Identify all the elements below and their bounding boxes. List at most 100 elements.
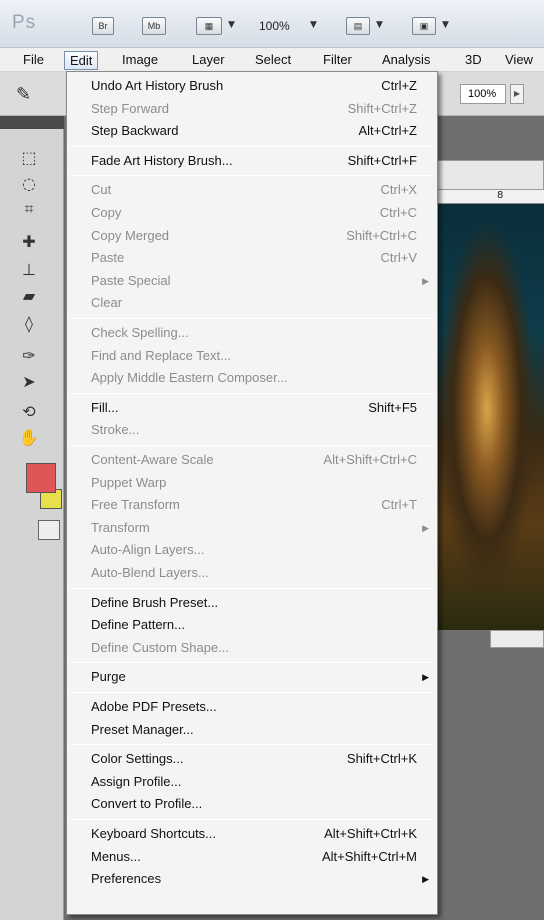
chevron-right-icon[interactable]: ▶ [510,84,524,104]
chevron-down-icon[interactable]: ▼ [228,20,235,30]
foreground-color-swatch[interactable] [26,463,56,493]
menu-item-label: Fade Art History Brush... [91,152,233,168]
menu-item-label: Auto-Blend Layers... [91,565,209,580]
menu-item-paste-special[interactable]: Paste Special ▶ [67,270,437,292]
chevron-down-icon[interactable]: ▼ [310,20,317,30]
menu-item-label: Step Backward [91,123,179,139]
menu-separator [71,392,433,394]
menu-item-check-spelling[interactable]: Check Spelling... [67,322,437,344]
clone-stamp-icon[interactable]: ⊥ [18,258,40,280]
menu-item-copy[interactable]: Copy Ctrl+C [67,202,437,224]
application-bar: Ps Br Mb ▦ ▼ 100% ▼ ▤ ▼ ▣ ▼ [0,0,544,48]
launch-bridge-button[interactable]: Br [92,17,114,35]
path-selection-icon[interactable]: ➤ [18,370,40,392]
menu-separator [71,175,433,177]
menu-item-label: Apply Middle Eastern Composer... [91,370,288,386]
menu-item-fill[interactable]: Fill... Shift+F5 [67,397,437,419]
launch-minibridge-button[interactable]: Mb [142,17,166,35]
screen-mode-icon[interactable]: ▣ [412,17,436,35]
view-extras-icon[interactable]: ▦ [196,17,222,35]
menu-item-label: Auto-Align Layers... [91,542,205,558]
menu-item-shortcut: Alt+Shift+Ctrl+M [321,848,417,864]
menu-item-cut[interactable]: Cut Ctrl+X [67,179,437,201]
3d-rotate-icon[interactable]: ⟲ [18,400,40,422]
quick-mask-icon[interactable] [38,520,60,540]
menu-view[interactable]: View [500,51,538,70]
menu-item-find-and-replace-text[interactable]: Find and Replace Text... [67,345,437,367]
opacity-field[interactable]: 100% [460,84,506,104]
menu-item-label: Undo Art History Brush [91,78,224,93]
crop-tool-icon[interactable]: ⌗ [18,198,40,220]
menu-item-menus[interactable]: Menus... Alt+Shift+Ctrl+M [67,846,437,868]
eraser-tool-icon[interactable]: ▰ [18,284,40,306]
menu-item-label: Color Settings... [91,751,184,767]
menu-layer[interactable]: Layer [187,51,230,70]
menu-item-shortcut: Ctrl+Z [381,78,417,93]
menu-item-shortcut: Ctrl+T [381,497,417,513]
menu-item-label: Content-Aware Scale [91,452,214,467]
menu-item-label: Find and Replace Text... [91,347,231,363]
menu-item-puppet-warp[interactable]: Puppet Warp [67,472,437,494]
menu-item-undo-art-history-brush[interactable]: Undo Art History Brush Ctrl+Z [67,75,437,97]
chevron-down-icon[interactable]: ▼ [376,20,383,30]
menu-item-define-custom-shape[interactable]: Define Custom Shape... [67,637,437,659]
marquee-tool-icon[interactable]: ⬚ [18,146,40,168]
menu-3d[interactable]: 3D [460,51,487,70]
menu-item-fade-art-history-brush[interactable]: Fade Art History Brush... Shift+Ctrl+F [67,150,437,172]
menu-filter[interactable]: Filter [318,51,357,70]
menu-item-label: Define Pattern... [91,617,185,633]
menu-item-assign-profile[interactable]: Assign Profile... [67,771,437,793]
menu-separator [71,445,433,446]
menu-item-label: Transform [91,519,150,535]
menu-item-apply-middle-eastern-composer[interactable]: Apply Middle Eastern Composer... [67,367,437,389]
menu-item-define-brush-preset[interactable]: Define Brush Preset... [67,592,437,614]
menu-item-label: Preferences [91,871,162,887]
menu-item-copy-merged[interactable]: Copy Merged Shift+Ctrl+C [67,225,437,247]
menu-item-convert-to-profile[interactable]: Convert to Profile... [67,793,437,815]
menu-item-preset-manager[interactable]: Preset Manager... [67,719,437,741]
menu-item-step-backward[interactable]: Step Backward Alt+Ctrl+Z [67,120,437,142]
menu-item-auto-blend-layers[interactable]: Auto-Blend Layers... [67,562,437,584]
menu-item-content-aware-scale[interactable]: Content-Aware Scale Alt+Shift+Ctrl+C [67,449,437,471]
menu-item-shortcut: Shift+F5 [368,399,417,415]
menu-item-shortcut: Ctrl+C [379,205,417,220]
menu-separator [71,692,433,693]
document-tab[interactable] [430,160,544,190]
horizontal-scrollbar[interactable] [490,630,544,648]
menu-item-purge[interactable]: Purge ▶ [67,666,437,688]
menu-item-step-forward[interactable]: Step Forward Shift+Ctrl+Z [67,98,437,120]
art-history-brush-icon[interactable]: ✎ [16,84,31,105]
menu-item-shortcut: Alt+Shift+Ctrl+C [323,452,417,467]
menu-item-preferences[interactable]: Preferences ▶ [67,868,437,890]
blur-tool-icon[interactable]: ◊ [18,312,40,334]
arrange-documents-icon[interactable]: ▤ [346,17,370,35]
pen-tool-icon[interactable]: ✑ [18,344,40,366]
menu-select[interactable]: Select [250,51,296,70]
menu-item-adobe-pdf-presets[interactable]: Adobe PDF Presets... [67,696,437,718]
menu-item-free-transform[interactable]: Free Transform Ctrl+T [67,494,437,516]
menu-item-transform[interactable]: Transform ▶ [67,517,437,539]
menu-image[interactable]: Image [117,51,163,70]
menu-item-define-pattern[interactable]: Define Pattern... [67,614,437,636]
menu-separator [71,145,433,147]
menu-item-stroke[interactable]: Stroke... [67,419,437,441]
menu-item-label: Keyboard Shortcuts... [91,826,217,841]
menu-item-shortcut: Alt+Ctrl+Z [358,123,417,139]
hand-tool-icon[interactable]: ✋ [18,426,40,448]
menu-analysis[interactable]: Analysis [377,51,435,70]
menu-edit[interactable]: Edit [64,51,99,70]
menu-item-label: Copy Merged [91,227,170,243]
menu-item-label: Adobe PDF Presets... [91,699,217,714]
menu-item-clear[interactable]: Clear [67,292,437,314]
menu-item-paste[interactable]: Paste Ctrl+V [67,247,437,269]
menu-item-keyboard-shortcuts[interactable]: Keyboard Shortcuts... Alt+Shift+Ctrl+K [67,823,437,845]
menu-item-color-settings[interactable]: Color Settings... Shift+Ctrl+K [67,748,437,770]
chevron-down-icon[interactable]: ▼ [442,20,449,30]
menu-item-auto-align-layers[interactable]: Auto-Align Layers... [67,539,437,561]
tools-panel-header[interactable] [0,116,64,129]
document-canvas[interactable] [430,204,544,630]
menu-file[interactable]: File [18,51,49,70]
zoom-level[interactable]: 100% [259,19,290,33]
lasso-tool-icon[interactable]: ◌ [18,172,40,194]
healing-brush-icon[interactable]: ✚ [18,230,40,252]
